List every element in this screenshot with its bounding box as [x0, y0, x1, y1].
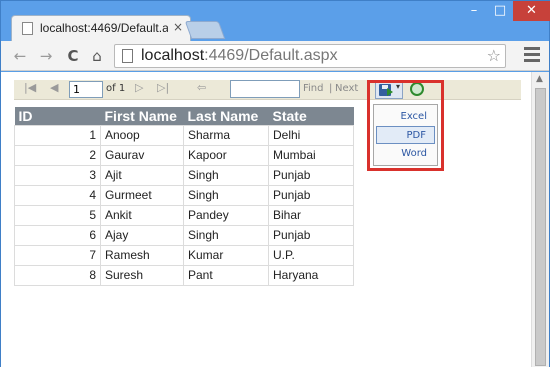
find-input[interactable] — [230, 80, 300, 98]
table-row: 1 Anoop Sharma Delhi — [14, 124, 354, 146]
page-favicon-icon — [22, 22, 33, 35]
column-header-first-name: First Name — [100, 107, 184, 125]
cell-state: Haryana — [268, 264, 354, 286]
page-content: |◀ ◀ 1 of 1 ▷ ▷| ⇦ Find | Next ▾ Excel P… — [1, 72, 531, 367]
table-row: 6 Ajay Singh Punjab — [14, 224, 354, 246]
cell-last-name: Pandey — [183, 204, 269, 226]
export-word-item[interactable]: Word — [376, 145, 435, 163]
cell-first-name: Gaurav — [100, 144, 184, 166]
first-page-icon[interactable]: |◀ — [24, 81, 36, 94]
title-bar: localhost:4469/Default.aspx × – □ ✕ — [1, 1, 550, 42]
bookmark-star-icon[interactable]: ☆ — [487, 46, 501, 65]
address-bar[interactable]: localhost:4469/Default.aspx ☆ — [114, 44, 506, 68]
cell-id: 7 — [14, 244, 101, 266]
browser-toolbar: ← → C ⌂ localhost:4469/Default.aspx ☆ — [1, 41, 549, 71]
export-excel-item[interactable]: Excel — [376, 108, 435, 126]
minimize-button[interactable]: – — [461, 1, 487, 21]
page-number-input[interactable]: 1 — [69, 81, 103, 98]
cell-id: 4 — [14, 184, 101, 206]
cell-state: Delhi — [268, 124, 354, 146]
tab-default-aspx[interactable]: localhost:4469/Default.aspx × — [11, 15, 191, 42]
new-tab-button[interactable] — [184, 21, 226, 39]
table-row: 8 Suresh Pant Haryana — [14, 264, 354, 286]
close-window-button[interactable]: ✕ — [513, 1, 550, 21]
cell-id: 5 — [14, 204, 101, 226]
reload-icon[interactable]: C — [63, 46, 83, 66]
cell-last-name: Singh — [183, 184, 269, 206]
table-row: 7 Ramesh Kumar U.P. — [14, 244, 354, 266]
find-separator: | — [329, 83, 333, 94]
find-link[interactable]: Find — [303, 83, 324, 94]
scroll-up-icon[interactable]: ▲ — [536, 74, 543, 84]
column-header-state: State — [268, 107, 354, 125]
tab-close-icon[interactable]: × — [173, 20, 183, 34]
column-header-id: ID — [14, 107, 101, 125]
vertical-scrollbar[interactable]: ▲ — [531, 72, 549, 367]
export-pdf-item[interactable]: PDF — [376, 126, 435, 144]
next-page-icon[interactable]: ▷ — [135, 81, 143, 94]
table-header-row: ID First Name Last Name State — [14, 107, 354, 125]
cell-state: Punjab — [268, 184, 354, 206]
page-count-label: of 1 — [106, 83, 126, 94]
cell-state: Mumbai — [268, 144, 354, 166]
table-row: 2 Gaurav Kapoor Mumbai — [14, 144, 354, 166]
cell-state: Punjab — [268, 164, 354, 186]
cell-id: 3 — [14, 164, 101, 186]
cell-id: 1 — [14, 124, 101, 146]
cell-state: Punjab — [268, 224, 354, 246]
report-toolbar: |◀ ◀ 1 of 1 ▷ ▷| ⇦ Find | Next ▾ — [14, 80, 521, 100]
cell-last-name: Singh — [183, 224, 269, 246]
maximize-button[interactable]: □ — [487, 1, 513, 21]
column-header-last-name: Last Name — [183, 107, 269, 125]
next-link[interactable]: Next — [335, 83, 358, 94]
cell-last-name: Kumar — [183, 244, 269, 266]
cell-first-name: Ankit — [100, 204, 184, 226]
last-page-icon[interactable]: ▷| — [157, 81, 169, 94]
cell-first-name: Gurmeet — [100, 184, 184, 206]
cell-last-name: Singh — [183, 164, 269, 186]
data-table: ID First Name Last Name State 1 Anoop Shar… — [14, 107, 354, 286]
cell-first-name: Ramesh — [100, 244, 184, 266]
cell-first-name: Suresh — [100, 264, 184, 286]
scrollbar-thumb[interactable] — [535, 88, 546, 366]
back-to-parent-icon[interactable]: ⇦ — [197, 81, 206, 94]
home-icon[interactable]: ⌂ — [87, 46, 107, 66]
previous-page-icon[interactable]: ◀ — [50, 81, 58, 94]
forward-arrow-icon[interactable]: → — [36, 46, 56, 66]
table-row: 3 Ajit Singh Punjab — [14, 164, 354, 186]
cell-id: 8 — [14, 264, 101, 286]
url-path: :4469/Default.aspx — [204, 47, 338, 64]
back-arrow-icon[interactable]: ← — [10, 46, 30, 66]
cell-first-name: Ajay — [100, 224, 184, 246]
chrome-menu-icon[interactable] — [524, 47, 540, 63]
cell-first-name: Anoop — [100, 124, 184, 146]
cell-last-name: Pant — [183, 264, 269, 286]
export-menu: Excel PDF Word — [373, 104, 438, 166]
table-body: 1 Anoop Sharma Delhi 2 Gaurav Kapoor Mumbai 3 Aji… — [14, 124, 354, 286]
cell-state: U.P. — [268, 244, 354, 266]
url-host: localhost — [141, 47, 205, 64]
table-row: 4 Gurmeet Singh Punjab — [14, 184, 354, 206]
table-row: 5 Ankit Pandey Bihar — [14, 204, 354, 226]
cell-last-name: Sharma — [183, 124, 269, 146]
browser-window: localhost:4469/Default.aspx × – □ ✕ ← → … — [0, 0, 550, 367]
url-text: localhost:4469/Default.aspx — [141, 47, 338, 65]
cell-first-name: Ajit — [100, 164, 184, 186]
cell-id: 6 — [14, 224, 101, 246]
cell-state: Bihar — [268, 204, 354, 226]
cell-id: 2 — [14, 144, 101, 166]
page-icon — [122, 49, 133, 63]
tab-title: localhost:4469/Default.aspx — [40, 21, 168, 35]
cell-last-name: Kapoor — [183, 144, 269, 166]
